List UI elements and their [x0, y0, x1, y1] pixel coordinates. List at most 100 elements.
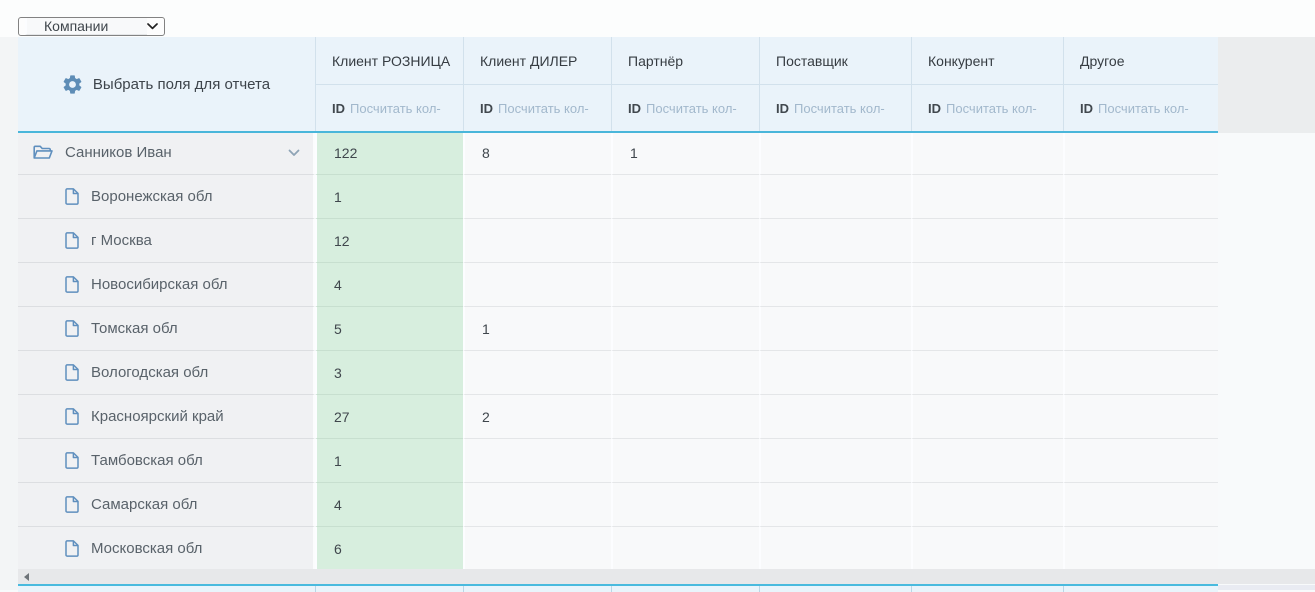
scroll-left-arrow-icon[interactable] [24, 573, 29, 581]
select-fields-button[interactable]: Выбрать поля для отчета [18, 37, 315, 131]
tree-item-row[interactable]: Томская обл [18, 307, 315, 351]
totals-column-separator [463, 586, 464, 592]
tree-item-row[interactable]: Воронежская обл [18, 175, 315, 219]
value-cell [911, 263, 1063, 307]
subheader-id-label: ID [332, 100, 345, 116]
value-cell [611, 263, 759, 307]
row-label: Новосибирская обл [91, 276, 228, 293]
value-cell [1063, 395, 1218, 439]
tree-item-row[interactable]: Самарская обл [18, 483, 315, 527]
value-cell [611, 483, 759, 527]
header-accent-line [18, 131, 1218, 133]
value-cell [759, 395, 911, 439]
row-label: Самарская обл [91, 496, 198, 513]
value-cell [611, 395, 759, 439]
subheader-aggregate-link[interactable]: Посчитать кол- [1098, 101, 1189, 116]
gear-icon [63, 74, 82, 94]
subheader-id-label: ID [928, 100, 941, 116]
document-icon [65, 232, 79, 249]
value-cell [911, 219, 1063, 263]
tree-item-row[interactable]: Тамбовская обл [18, 439, 315, 483]
value-cell [1063, 527, 1218, 571]
value-cell [463, 219, 611, 263]
document-icon [65, 408, 79, 425]
value-cell: 4 [315, 483, 463, 527]
column-header-3[interactable]: Поставщик [759, 37, 911, 84]
value-cell: 27 [315, 395, 463, 439]
column-header-2[interactable]: Партнёр [611, 37, 759, 84]
value-cell: 1 [315, 439, 463, 483]
column-subheader-4: ID Посчитать кол- [911, 84, 1063, 131]
totals-row-stub [1218, 585, 1315, 590]
value-cell [911, 439, 1063, 483]
subheader-aggregate-link[interactable]: Посчитать кол- [794, 101, 885, 116]
row-label: Вологодская обл [91, 364, 209, 381]
tree-item-row[interactable]: Московская обл [18, 527, 315, 571]
value-cell [759, 219, 911, 263]
value-cell [1063, 131, 1218, 175]
subheader-id-label: ID [1080, 100, 1093, 116]
value-cell [759, 439, 911, 483]
value-cell [911, 307, 1063, 351]
document-icon [65, 496, 79, 513]
subheader-aggregate-link[interactable]: Посчитать кол- [350, 101, 441, 116]
document-icon [65, 452, 79, 469]
tree-item-row[interactable]: Новосибирская обл [18, 263, 315, 307]
tree-group-row[interactable]: Санников Иван [18, 131, 315, 175]
value-cell [759, 527, 911, 571]
column-subheader-5: ID Посчитать кол- [1063, 84, 1218, 131]
row-label: Тамбовская обл [91, 452, 203, 469]
row-label: Воронежская обл [91, 188, 213, 205]
row-label: Томская обл [91, 320, 178, 337]
subheader-aggregate-link[interactable]: Посчитать кол- [946, 101, 1037, 116]
value-cell [1063, 483, 1218, 527]
value-cell [463, 527, 611, 571]
subheader-aggregate-link[interactable]: Посчитать кол- [646, 101, 737, 116]
column-header-1[interactable]: Клиент ДИЛЕР [463, 37, 611, 84]
value-cell [463, 439, 611, 483]
column-header-5[interactable]: Другое [1063, 37, 1218, 84]
value-cell [759, 131, 911, 175]
column-header-0[interactable]: Клиент РОЗНИЦА [315, 37, 463, 84]
value-cell [759, 307, 911, 351]
row-label: г Москва [91, 232, 152, 249]
report-table: Выбрать поля для отчета Клиент РОЗНИЦА ID… [18, 37, 1218, 571]
subheader-id-label: ID [776, 100, 789, 116]
value-cell [463, 263, 611, 307]
value-cell [611, 439, 759, 483]
value-cell [911, 131, 1063, 175]
value-cell [911, 395, 1063, 439]
left-margin [0, 37, 18, 590]
value-cell [1063, 219, 1218, 263]
select-fields-label: Выбрать поля для отчета [92, 75, 271, 93]
value-cell [463, 351, 611, 395]
value-cell [911, 351, 1063, 395]
tree-item-row[interactable]: Вологодская обл [18, 351, 315, 395]
subheader-aggregate-link[interactable]: Посчитать кол- [498, 101, 589, 116]
tree-item-row[interactable]: г Москва [18, 219, 315, 263]
value-cell [1063, 263, 1218, 307]
horizontal-scrollbar[interactable] [18, 569, 1315, 584]
document-icon [65, 320, 79, 337]
value-cell: 1 [315, 175, 463, 219]
subheader-id-label: ID [628, 100, 641, 116]
entity-select-value: Компании [25, 18, 147, 35]
totals-column-separator [759, 586, 760, 592]
value-cell [1063, 175, 1218, 219]
value-cell [1063, 307, 1218, 351]
totals-column-separator [611, 586, 612, 592]
tree-item-row[interactable]: Красноярский край [18, 395, 315, 439]
entity-select[interactable]: Компании [18, 17, 165, 36]
value-cell [463, 483, 611, 527]
value-cell [463, 175, 611, 219]
value-cell: 12 [315, 219, 463, 263]
column-header-4[interactable]: Конкурент [911, 37, 1063, 84]
value-cell: 122 [315, 131, 463, 175]
value-cell [1063, 351, 1218, 395]
value-cell [759, 351, 911, 395]
collapse-chevron-icon[interactable] [288, 149, 300, 157]
row-label: Санников Иван [65, 144, 172, 161]
value-cell [911, 175, 1063, 219]
document-icon [65, 276, 79, 293]
value-cell [759, 175, 911, 219]
